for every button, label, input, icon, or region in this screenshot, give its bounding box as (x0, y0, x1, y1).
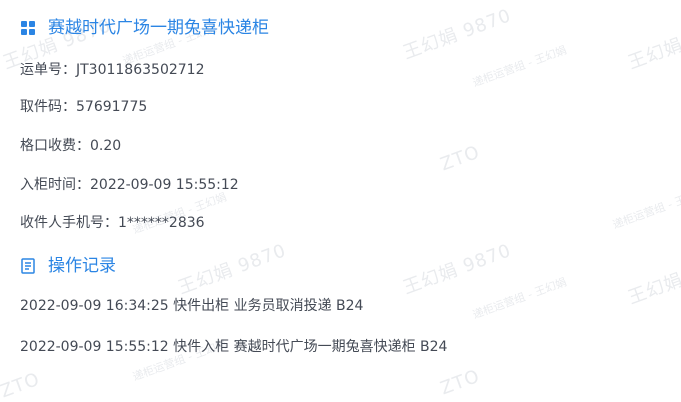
locker-title: 赛越时代广场一期兔喜快递柜 (48, 18, 269, 38)
slot-fee-field: 格口收费：0.20 (20, 136, 121, 156)
watermark-org: 递柜运营组 - 王幻娟 (470, 275, 569, 322)
grid-icon (20, 20, 36, 36)
watermark-name: 王幻娟 9870 (400, 240, 515, 299)
watermark-name: 王幻娟 9870 (625, 250, 681, 309)
field-value: JT3011863502712 (76, 62, 205, 78)
log-header: 操作记录 (20, 254, 116, 278)
watermark-name: 王幻娟 9870 (400, 5, 515, 64)
watermark-name: 王幻娟 9870 (175, 240, 290, 299)
pickup-code-field: 取件码：57691775 (20, 97, 147, 117)
field-value: 57691775 (76, 99, 148, 115)
deposit-time-field: 入柜时间：2022-09-09 15:55:12 (20, 175, 239, 195)
field-label: 入柜时间： (20, 177, 90, 193)
log-title: 操作记录 (48, 256, 116, 276)
watermark-brand: ZTO (437, 141, 483, 176)
log-entry: 2022-09-09 16:34:25 快件出柜 业务员取消投递 B24 (20, 298, 364, 314)
watermark-org: 递柜运营组 - 王幻娟 (610, 185, 681, 232)
recipient-phone-field: 收件人手机号：1******2836 (20, 213, 205, 233)
field-label: 收件人手机号： (20, 215, 118, 231)
field-value: 1******2836 (118, 215, 205, 231)
field-label: 取件码： (20, 99, 76, 115)
field-value: 2022-09-09 15:55:12 (90, 177, 239, 193)
log-entry: 2022-09-09 15:55:12 快件入柜 赛越时代广场一期兔喜快递柜 B… (20, 339, 448, 355)
watermark-org: 递柜运营组 - 王幻娟 (470, 43, 569, 90)
list-document-icon (20, 258, 36, 274)
watermark-brand: ZTO (437, 365, 483, 400)
watermark-name: 王幻娟 9870 (625, 15, 681, 74)
watermark-brand: ZTO (0, 368, 43, 402)
package-detail-page: 递柜运营组 - 王幻娟 王幻娟 9870 递柜运营组 - 王幻娟 王幻娟 987… (0, 0, 681, 402)
field-label: 运单号： (20, 62, 76, 78)
field-label: 格口收费： (20, 138, 90, 154)
field-value: 0.20 (90, 138, 122, 154)
locker-header: 赛越时代广场一期兔喜快递柜 (20, 16, 269, 40)
waybill-number-field: 运单号：JT3011863502712 (20, 60, 204, 80)
